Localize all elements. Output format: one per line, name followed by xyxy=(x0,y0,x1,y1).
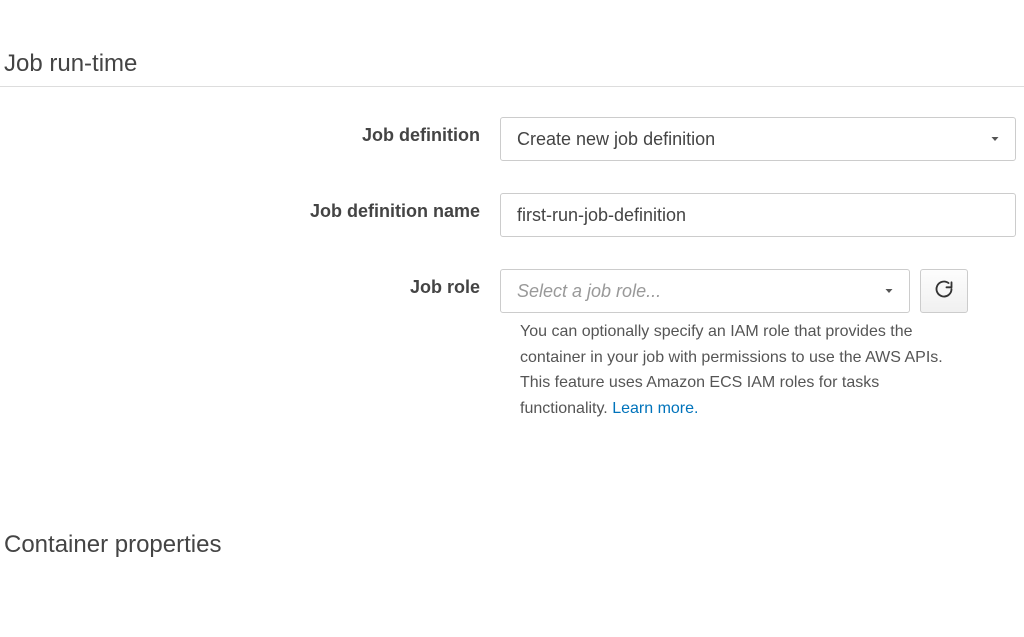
job-definition-selected-value: Create new job definition xyxy=(517,129,715,150)
job-role-placeholder: Select a job role... xyxy=(517,281,661,302)
learn-more-link[interactable]: Learn more. xyxy=(612,400,698,417)
job-definition-name-input[interactable] xyxy=(500,193,1016,237)
job-role-help-text: You can optionally specify an IAM role t… xyxy=(520,319,990,421)
section-title-job-runtime: Job run-time xyxy=(0,0,1024,87)
chevron-down-icon xyxy=(883,285,895,297)
refresh-icon xyxy=(934,279,954,304)
job-definition-select[interactable]: Create new job definition xyxy=(500,117,1016,161)
chevron-down-icon xyxy=(989,133,1001,145)
refresh-button[interactable] xyxy=(920,269,968,313)
label-job-definition-name: Job definition name xyxy=(0,193,500,222)
label-job-definition: Job definition xyxy=(0,117,500,146)
section-title-container-properties: Container properties xyxy=(0,481,1024,567)
job-role-select[interactable]: Select a job role... xyxy=(500,269,910,313)
label-job-role: Job role xyxy=(0,269,500,298)
